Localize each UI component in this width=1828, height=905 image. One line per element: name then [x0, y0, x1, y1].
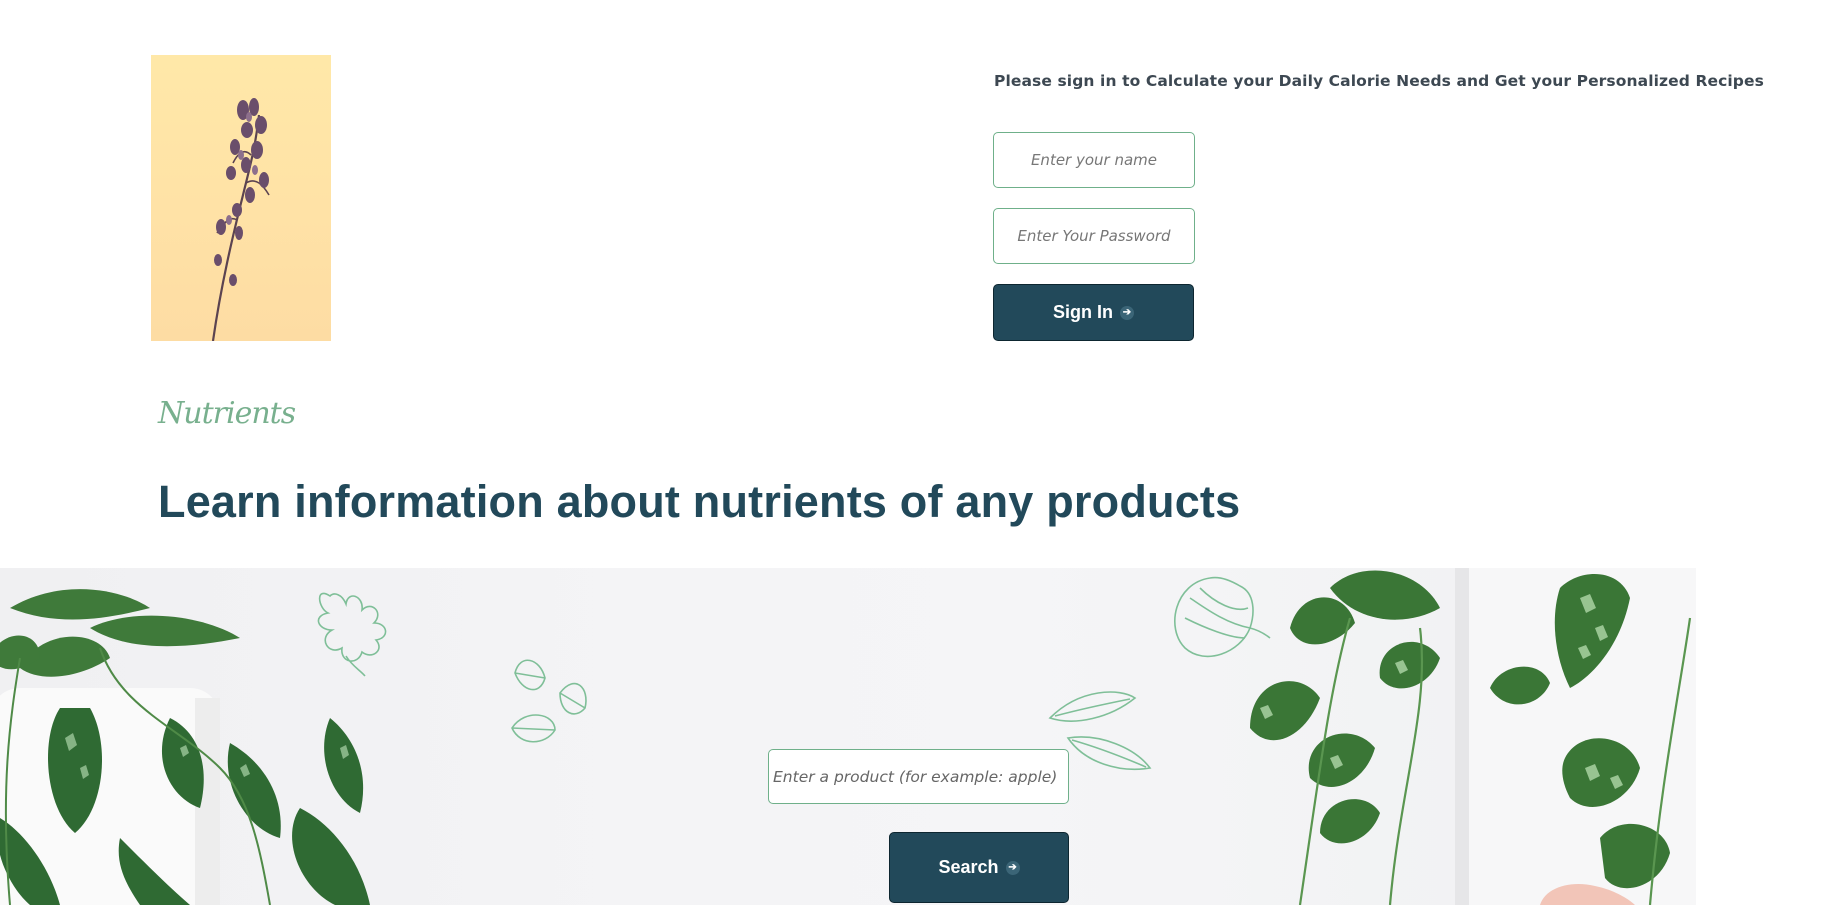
section-script-label: Nutrients	[158, 396, 296, 431]
sign-in-button[interactable]: Sign In ➔	[993, 284, 1194, 341]
search-label: Search	[938, 857, 999, 877]
arrow-right-icon: ➔	[1005, 860, 1020, 875]
name-input[interactable]	[993, 132, 1195, 188]
signin-heading: Please sign in to Calculate your Daily C…	[994, 72, 1764, 90]
section-title: Learn information about nutrients of any…	[158, 476, 1241, 527]
password-input[interactable]	[993, 208, 1195, 264]
leaves-icon	[511, 659, 587, 743]
oak-leaf-icon	[317, 592, 387, 677]
sign-in-label: Sign In	[1053, 302, 1113, 322]
onion-icon	[1174, 576, 1271, 658]
hero-image	[151, 55, 331, 341]
search-button[interactable]: Search ➔	[889, 832, 1069, 903]
lavender-sprig-icon	[211, 98, 270, 341]
product-search-input[interactable]	[768, 749, 1069, 804]
arrow-right-icon: ➔	[1120, 305, 1134, 320]
pothos-plant-icon	[0, 568, 1696, 905]
plant-banner	[0, 568, 1696, 905]
